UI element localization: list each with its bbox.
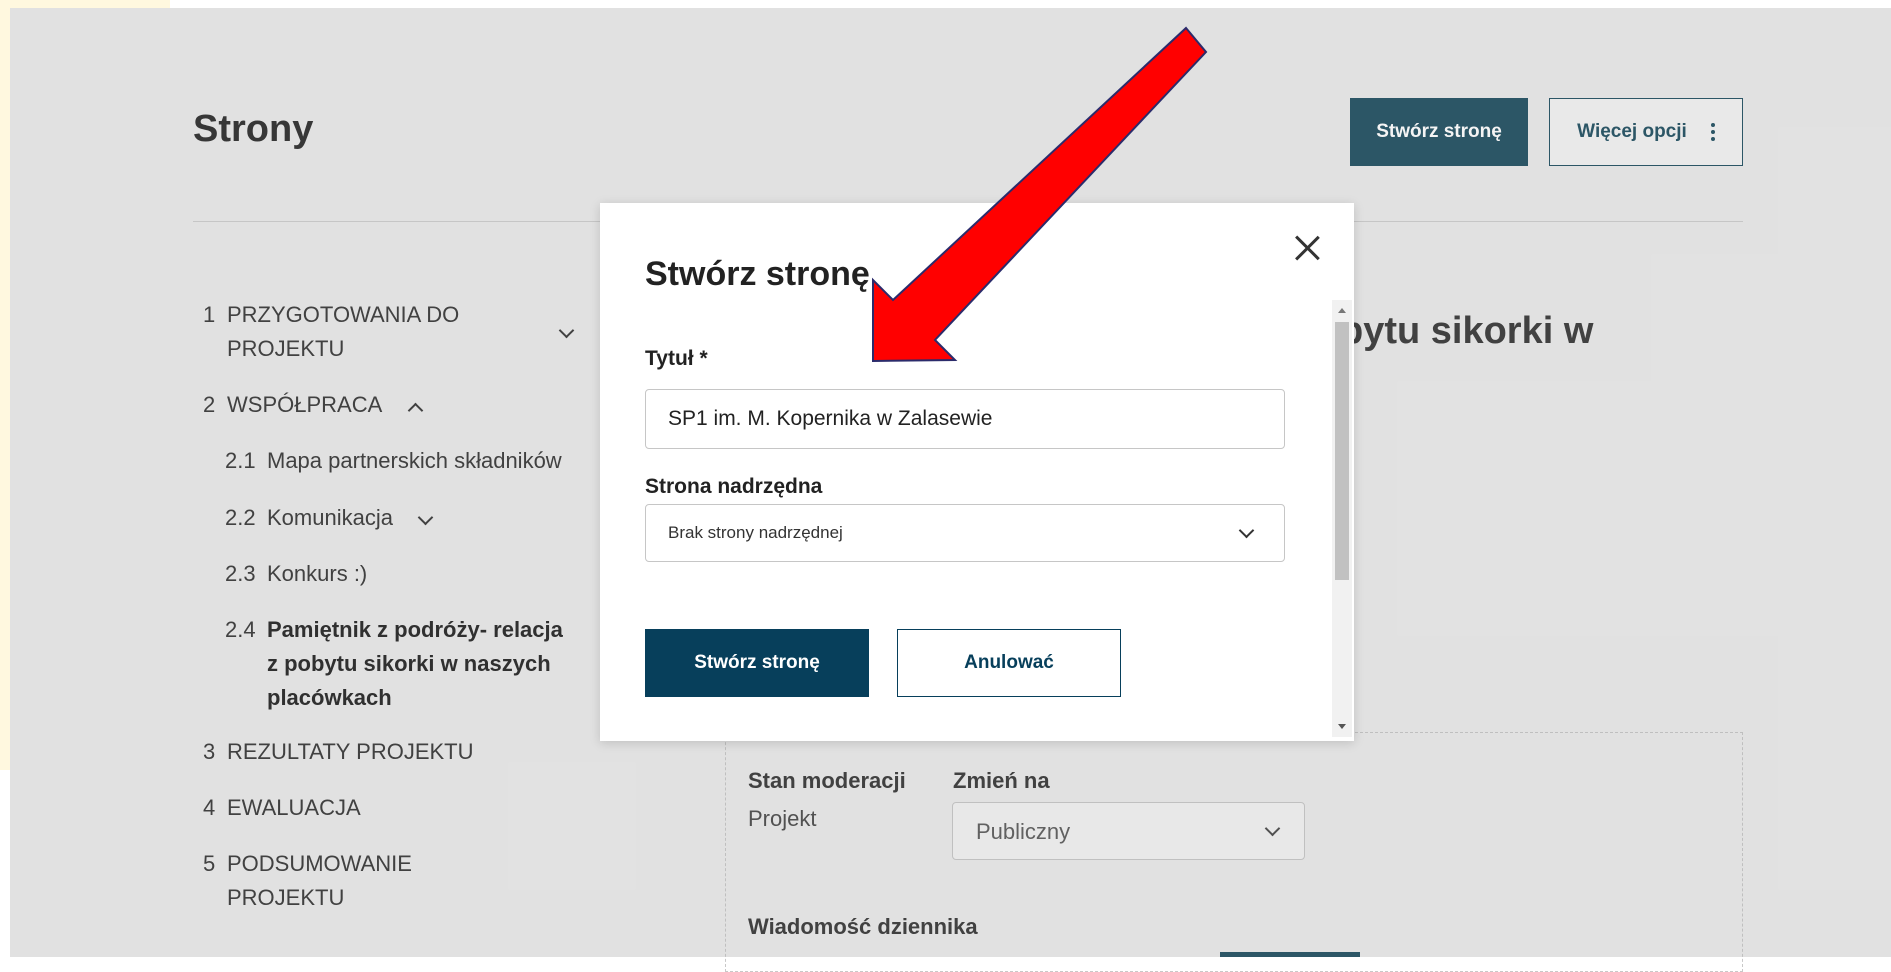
annotation-arrow <box>872 26 1208 363</box>
